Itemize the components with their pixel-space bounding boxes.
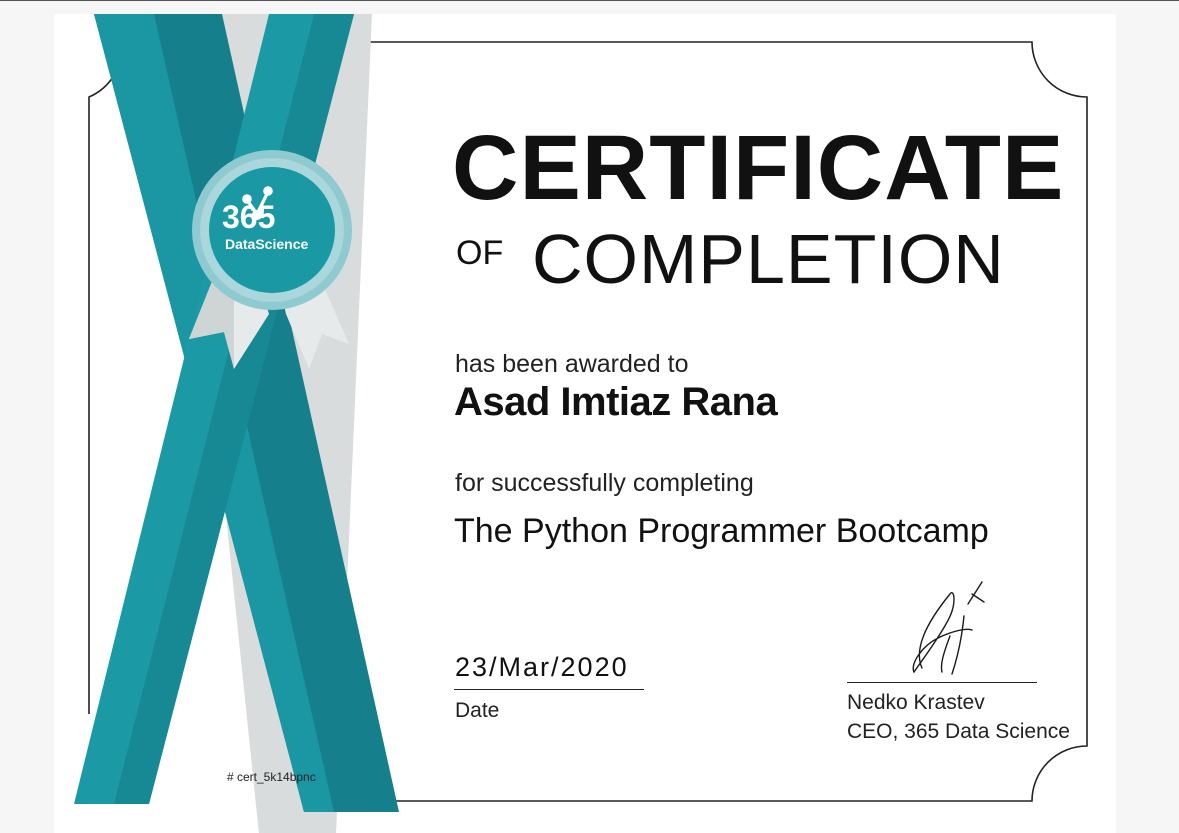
signer-role: CEO, 365 Data Science bbox=[847, 720, 1070, 743]
certificate-title: CERTIFICATE bbox=[452, 117, 1065, 219]
signature-image bbox=[912, 581, 985, 675]
window-top-border bbox=[0, 0, 1179, 1]
course-name: The Python Programmer Bootcamp bbox=[454, 512, 989, 550]
logo-name: DataScience bbox=[225, 236, 309, 252]
completion-date: 23/Mar/2020 bbox=[455, 652, 629, 682]
date-underline bbox=[454, 689, 644, 690]
signer-name: Nedko Krastev bbox=[847, 691, 985, 714]
awarded-label: has been awarded to bbox=[455, 350, 689, 378]
certificate-subtitle: COMPLETION bbox=[532, 220, 1005, 298]
certificate-sheet: 365 DataScience CERTIFICATE OF COMPLETIO… bbox=[54, 14, 1116, 833]
signature-underline bbox=[847, 682, 1037, 683]
recipient-name: Asad Imtiaz Rana bbox=[454, 380, 778, 424]
date-label: Date bbox=[455, 699, 500, 722]
certificate-id: # cert_5k14bpnc bbox=[227, 770, 316, 784]
completing-label: for successfully completing bbox=[455, 469, 754, 497]
logo-number: 365 bbox=[222, 199, 276, 235]
certificate-title-of: OF bbox=[456, 234, 504, 272]
